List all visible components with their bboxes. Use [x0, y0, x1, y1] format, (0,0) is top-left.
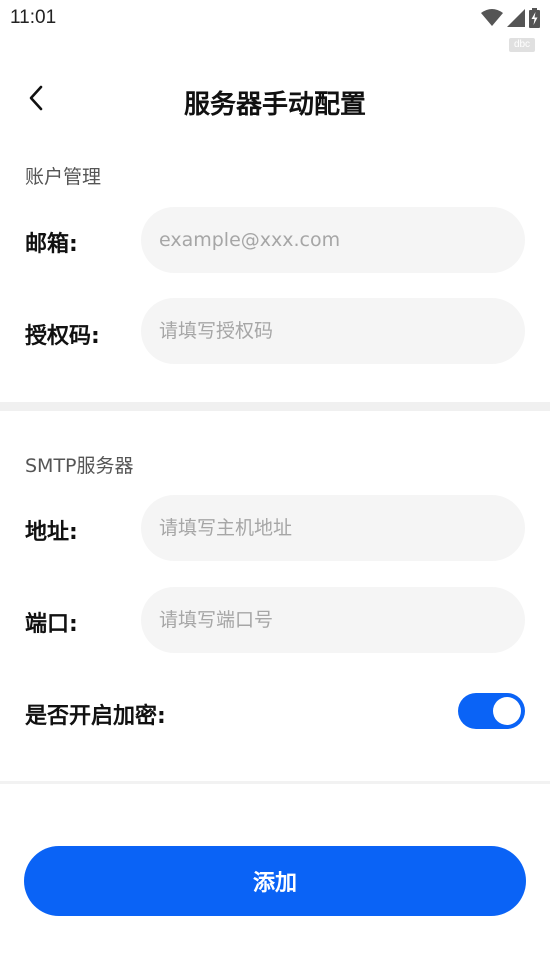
status-bar: 11:01 dbc [0, 0, 550, 52]
port-input[interactable] [141, 587, 525, 653]
status-icons [481, 6, 540, 30]
email-label: 邮箱: [25, 232, 78, 257]
section-divider [0, 402, 550, 411]
port-label: 端口: [25, 612, 78, 637]
encryption-label: 是否开启加密: [25, 704, 166, 729]
section-label-account: 账户管理 [25, 166, 102, 188]
email-input[interactable] [141, 207, 525, 273]
encryption-toggle[interactable] [458, 693, 525, 729]
add-button[interactable]: 添加 [24, 846, 526, 916]
page-title: 服务器手动配置 [183, 90, 366, 120]
cell-signal-icon [507, 9, 525, 27]
debug-badge: dbc [509, 38, 535, 52]
address-label: 地址: [25, 520, 78, 545]
header: 服务器手动配置 [0, 70, 550, 130]
bottom-divider [0, 781, 550, 784]
auth-code-input[interactable] [141, 298, 525, 364]
status-time: 11:01 [10, 7, 57, 28]
address-input[interactable] [141, 495, 525, 561]
section-label-smtp: SMTP服务器 [25, 455, 134, 477]
wifi-icon [481, 9, 503, 27]
toggle-knob [493, 697, 521, 725]
auth-code-label: 授权码: [25, 324, 100, 349]
battery-charging-icon [529, 8, 540, 28]
